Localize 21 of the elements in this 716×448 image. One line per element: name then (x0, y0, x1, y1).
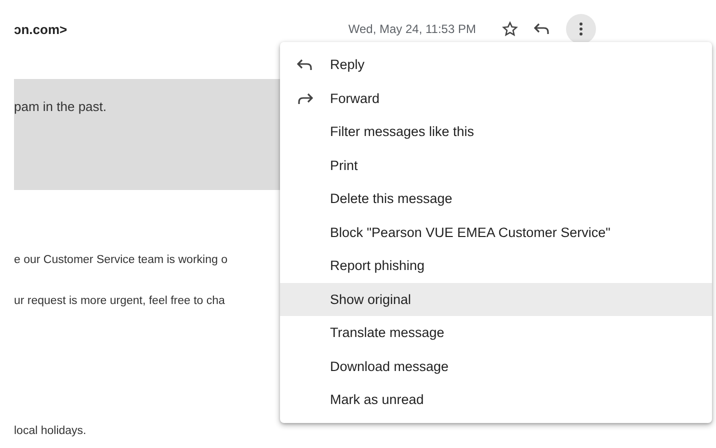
menu-item[interactable]: Download message (280, 350, 712, 383)
menu-item[interactable]: Forward (280, 82, 712, 115)
forward-icon (297, 92, 313, 106)
menu-item[interactable]: Print (280, 148, 712, 182)
more-icon (579, 22, 583, 36)
sender-address: ɔn.com> (14, 22, 68, 36)
banner-text: pam in the past. (14, 99, 106, 114)
reply-icon (297, 58, 313, 72)
menu-item[interactable]: Show original (280, 282, 712, 316)
message-date: Wed, May 24, 11:53 PM (348, 22, 476, 36)
menu-item[interactable]: Translate message (280, 316, 712, 350)
body-text: ur request is more urgent, feel free to cha (14, 295, 225, 307)
menu-item[interactable]: Mark as unread (280, 383, 712, 416)
menu-item[interactable]: Filter messages like this (280, 115, 712, 148)
menu-item[interactable]: Report phishing (280, 249, 712, 282)
menu-item[interactable]: Delete this message (280, 182, 712, 216)
menu-item[interactable]: Reply (280, 48, 712, 82)
more-options-button[interactable] (566, 14, 596, 44)
body-text: e our Customer Service team is working o (14, 254, 228, 266)
menu-item[interactable]: Block "Pearson VUE EMEA Customer Service" (280, 216, 712, 249)
body-text: local holidays. (14, 425, 86, 437)
